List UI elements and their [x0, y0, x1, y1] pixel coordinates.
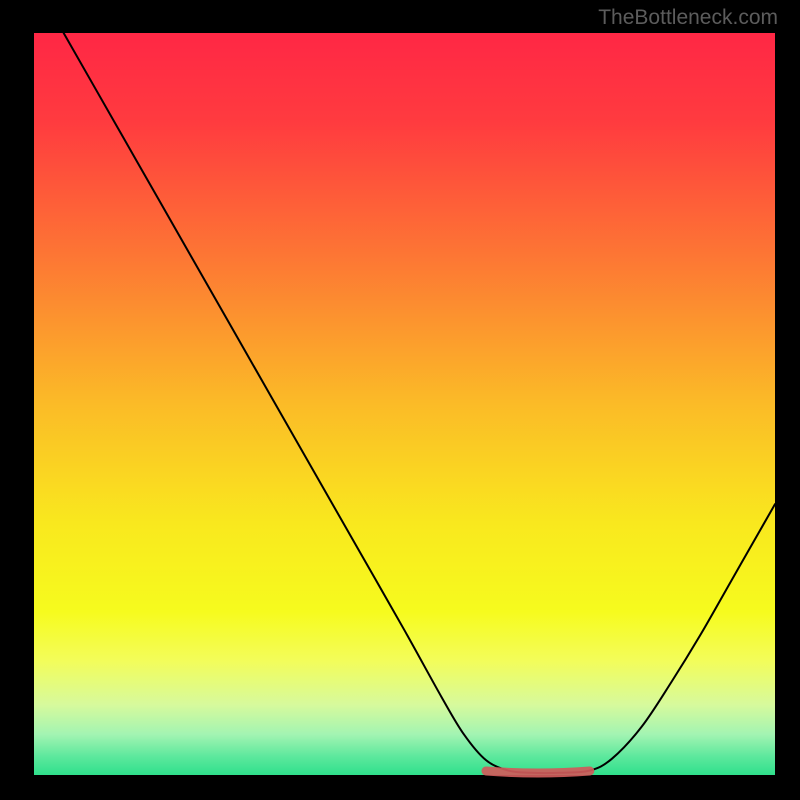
bottleneck-curve [64, 33, 775, 773]
optimal-range-marker [486, 771, 590, 773]
chart-frame: TheBottleneck.com [0, 0, 800, 800]
curve-overlay [0, 0, 800, 800]
watermark-text: TheBottleneck.com [598, 6, 778, 30]
